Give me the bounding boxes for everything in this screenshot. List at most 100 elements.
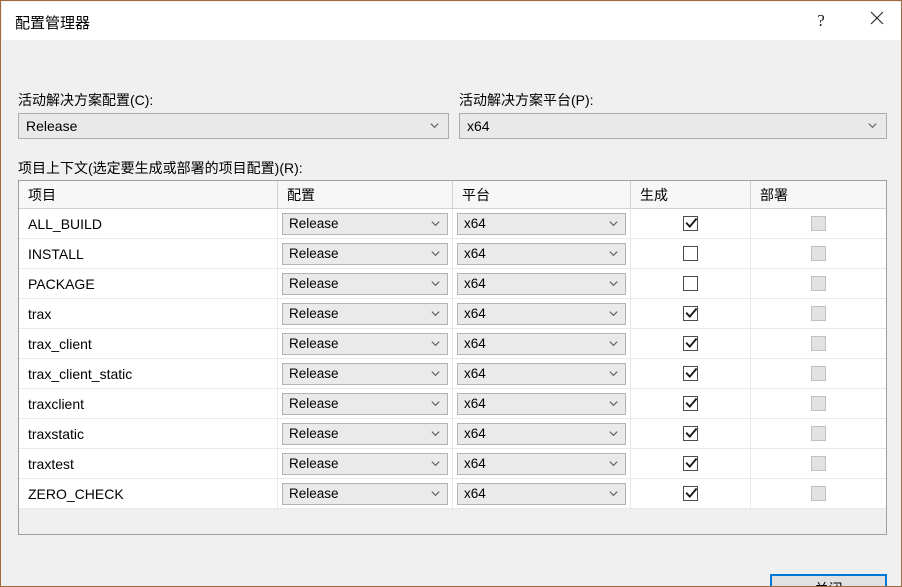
row-platform-dropdown[interactable]: x64 [457, 242, 626, 265]
project-name-cell[interactable]: ALL_BUILD [19, 209, 278, 238]
chevron-down-icon [430, 121, 439, 130]
table-row[interactable]: traxtest Release x64 [19, 449, 886, 479]
row-config-dropdown[interactable]: Release [282, 392, 448, 415]
help-button[interactable]: ? [798, 2, 844, 39]
platform-cell: x64 [453, 239, 631, 268]
chevron-down-icon [609, 249, 618, 258]
check-icon [685, 337, 698, 350]
chevron-down-icon [431, 399, 440, 408]
deploy-checkbox [811, 366, 826, 381]
project-name-cell[interactable]: traxstatic [19, 419, 278, 448]
active-solution-platform-label: 活动解决方案平台(P): [459, 92, 594, 108]
deploy-checkbox [811, 216, 826, 231]
row-platform-value: x64 [464, 366, 486, 381]
question-mark-icon: ? [817, 11, 825, 30]
active-solution-config-dropdown[interactable]: Release [18, 113, 449, 139]
deploy-checkbox [811, 336, 826, 351]
table-row[interactable]: traxclient Release x64 [19, 389, 886, 419]
row-config-dropdown[interactable]: Release [282, 212, 448, 235]
table-row[interactable]: ZERO_CHECK Release x64 [19, 479, 886, 509]
row-config-dropdown[interactable]: Release [282, 482, 448, 505]
row-config-dropdown[interactable]: Release [282, 422, 448, 445]
config-cell: Release [278, 239, 453, 268]
grid-column-header[interactable]: 配置 [278, 181, 453, 208]
chevron-down-icon [431, 279, 440, 288]
row-platform-dropdown[interactable]: x64 [457, 482, 626, 505]
build-checkbox[interactable] [683, 276, 698, 291]
table-row[interactable]: ALL_BUILD Release x64 [19, 209, 886, 239]
project-name-cell[interactable]: trax_client_static [19, 359, 278, 388]
table-row[interactable]: trax Release x64 [19, 299, 886, 329]
table-row[interactable]: trax_client_static Release x64 [19, 359, 886, 389]
deploy-cell [751, 389, 886, 418]
project-name-cell[interactable]: traxtest [19, 449, 278, 478]
deploy-checkbox [811, 486, 826, 501]
build-checkbox[interactable] [683, 216, 698, 231]
row-platform-value: x64 [464, 246, 486, 261]
project-name-cell[interactable]: ZERO_CHECK [19, 479, 278, 508]
row-platform-dropdown[interactable]: x64 [457, 272, 626, 295]
row-config-dropdown[interactable]: Release [282, 302, 448, 325]
row-platform-dropdown[interactable]: x64 [457, 422, 626, 445]
close-window-button[interactable] [854, 2, 900, 39]
row-platform-dropdown[interactable]: x64 [457, 452, 626, 475]
table-row[interactable]: PACKAGE Release x64 [19, 269, 886, 299]
config-cell: Release [278, 449, 453, 478]
build-checkbox[interactable] [683, 336, 698, 351]
build-cell [631, 359, 751, 388]
row-config-dropdown[interactable]: Release [282, 452, 448, 475]
chevron-down-icon [609, 339, 618, 348]
build-checkbox[interactable] [683, 306, 698, 321]
row-config-dropdown[interactable]: Release [282, 242, 448, 265]
chevron-down-icon [609, 399, 618, 408]
build-checkbox[interactable] [683, 486, 698, 501]
row-config-dropdown[interactable]: Release [282, 272, 448, 295]
row-config-value: Release [289, 216, 339, 231]
project-name-cell[interactable]: trax_client [19, 329, 278, 358]
platform-cell: x64 [453, 359, 631, 388]
grid-header-row: 项目 配置 平台 生成 部署 [19, 181, 886, 209]
row-config-dropdown[interactable]: Release [282, 362, 448, 385]
deploy-checkbox [811, 456, 826, 471]
deploy-checkbox [811, 426, 826, 441]
build-checkbox[interactable] [683, 456, 698, 471]
project-name-cell[interactable]: trax [19, 299, 278, 328]
project-name-cell[interactable]: INSTALL [19, 239, 278, 268]
row-config-value: Release [289, 246, 339, 261]
close-button[interactable]: 关闭 [770, 574, 887, 586]
build-checkbox[interactable] [683, 426, 698, 441]
row-platform-dropdown[interactable]: x64 [457, 332, 626, 355]
row-platform-dropdown[interactable]: x64 [457, 212, 626, 235]
table-row[interactable]: INSTALL Release x64 [19, 239, 886, 269]
build-cell [631, 239, 751, 268]
platform-cell: x64 [453, 299, 631, 328]
build-cell [631, 479, 751, 508]
row-platform-dropdown[interactable]: x64 [457, 362, 626, 385]
row-config-value: Release [289, 456, 339, 471]
build-checkbox[interactable] [683, 366, 698, 381]
platform-cell: x64 [453, 269, 631, 298]
project-name-cell[interactable]: traxclient [19, 389, 278, 418]
platform-cell: x64 [453, 209, 631, 238]
grid-column-header[interactable]: 项目 [19, 181, 278, 208]
row-platform-dropdown[interactable]: x64 [457, 302, 626, 325]
active-solution-platform-dropdown[interactable]: x64 [459, 113, 887, 139]
build-checkbox[interactable] [683, 396, 698, 411]
grid-column-header[interactable]: 生成 [631, 181, 751, 208]
deploy-cell [751, 419, 886, 448]
project-name-cell[interactable]: PACKAGE [19, 269, 278, 298]
build-checkbox[interactable] [683, 246, 698, 261]
deploy-checkbox [811, 396, 826, 411]
row-config-dropdown[interactable]: Release [282, 332, 448, 355]
chevron-down-icon [609, 459, 618, 468]
check-icon [685, 397, 698, 410]
table-row[interactable]: trax_client Release x64 [19, 329, 886, 359]
chevron-down-icon [609, 429, 618, 438]
chevron-down-icon [431, 339, 440, 348]
deploy-checkbox [811, 276, 826, 291]
grid-column-header[interactable]: 平台 [453, 181, 631, 208]
row-platform-value: x64 [464, 456, 486, 471]
grid-column-header[interactable]: 部署 [751, 181, 886, 208]
table-row[interactable]: traxstatic Release x64 [19, 419, 886, 449]
row-platform-dropdown[interactable]: x64 [457, 392, 626, 415]
